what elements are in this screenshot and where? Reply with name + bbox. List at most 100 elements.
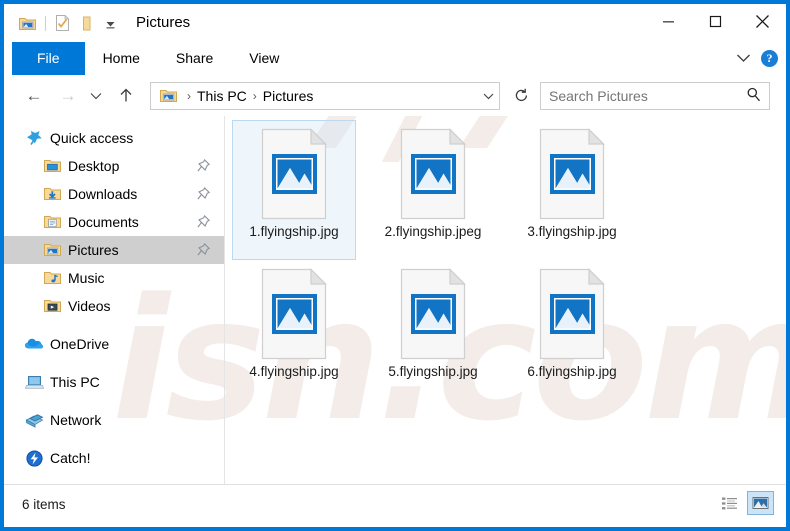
file-name-label: 2.flyingship.jpeg [384, 224, 482, 239]
recent-locations-icon[interactable] [86, 82, 106, 110]
pictures-folder-icon [42, 241, 62, 259]
file-item[interactable]: 2.flyingship.jpeg [371, 120, 495, 260]
file-item[interactable]: 5.flyingship.jpg [371, 260, 495, 400]
image-file-icon [536, 268, 608, 360]
tab-home[interactable]: Home [85, 42, 158, 75]
image-file-icon [258, 268, 330, 360]
pin-icon[interactable] [197, 158, 211, 177]
downloads-folder-icon [42, 185, 62, 203]
tab-file[interactable]: File [12, 42, 85, 75]
file-name-label: 5.flyingship.jpg [388, 364, 478, 379]
properties-icon[interactable] [51, 12, 73, 34]
onedrive-icon [24, 335, 44, 353]
navigation-pane: Quick access Desktop Downloads Documents Pic… [4, 116, 224, 485]
sidebar-item-quick-access[interactable]: Quick access [4, 124, 224, 152]
sidebar-item-this-pc[interactable]: This PC [4, 368, 224, 396]
star-icon [24, 129, 44, 147]
view-toggle-group [716, 491, 774, 515]
sidebar-item-label: Documents [68, 214, 139, 230]
this-pc-icon [24, 373, 44, 391]
videos-folder-icon [42, 297, 62, 315]
file-item[interactable]: 3.flyingship.jpg [510, 120, 634, 260]
sidebar-item-onedrive[interactable]: OneDrive [4, 330, 224, 358]
sidebar-item-desktop[interactable]: Desktop [4, 152, 224, 180]
sidebar-item-label: Videos [68, 298, 111, 314]
explorer-icon[interactable] [16, 12, 38, 34]
file-item[interactable]: 1.flyingship.jpg [232, 120, 356, 260]
content-area: Quick access Desktop Downloads Documents Pic… [4, 116, 786, 485]
sidebar-item-music[interactable]: Music [4, 264, 224, 292]
breadcrumb-this-pc[interactable]: This PC [194, 88, 250, 104]
file-name-label: 1.flyingship.jpg [249, 224, 339, 239]
sidebar-item-label: Desktop [68, 158, 120, 174]
ribbon-right-controls: ? [736, 42, 778, 75]
image-file-icon [258, 128, 330, 220]
sidebar-item-label: Pictures [68, 242, 119, 258]
file-name-label: 4.flyingship.jpg [249, 364, 339, 379]
file-name-label: 3.flyingship.jpg [527, 224, 617, 239]
address-bar-row: ← → › This PC › Pictures [4, 75, 786, 116]
up-button[interactable] [112, 82, 140, 110]
breadcrumb-pictures[interactable]: Pictures [260, 88, 317, 104]
documents-folder-icon [42, 213, 62, 231]
search-input[interactable] [541, 83, 741, 108]
new-folder-icon[interactable] [75, 12, 97, 34]
toolbar-separator [45, 15, 46, 31]
navigation-tree: Quick access Desktop Downloads Documents Pic… [4, 116, 224, 472]
maximize-button[interactable] [692, 4, 739, 38]
desktop-folder-icon [42, 157, 62, 175]
pin-icon[interactable] [197, 186, 211, 205]
back-button[interactable]: ← [20, 82, 48, 110]
search-box[interactable] [540, 81, 770, 110]
catch-icon [24, 449, 44, 467]
sidebar-item-label: Catch! [50, 450, 91, 466]
large-icons-view-button[interactable] [747, 491, 774, 515]
breadcrumb: › This PC › Pictures [151, 87, 477, 105]
network-icon [24, 411, 44, 429]
refresh-button[interactable] [508, 83, 534, 109]
sidebar-item-downloads[interactable]: Downloads [4, 180, 224, 208]
sidebar-item-label: Downloads [68, 186, 138, 202]
pin-icon[interactable] [197, 242, 211, 261]
chevron-down-icon[interactable] [736, 50, 751, 68]
file-explorer-window: 7/7 ish.com [0, 0, 790, 531]
breadcrumb-separator-1: › [187, 88, 191, 103]
search-icon[interactable] [746, 87, 761, 107]
image-file-icon [397, 128, 469, 220]
sidebar-item-label: OneDrive [50, 336, 110, 352]
breadcrumb-bar[interactable]: › This PC › Pictures [150, 81, 500, 110]
close-button[interactable] [739, 4, 786, 38]
sidebar-item-label: Network [50, 412, 102, 428]
details-view-button[interactable] [716, 491, 743, 515]
sidebar-item-network[interactable]: Network [4, 406, 224, 434]
quick-access-toolbar [16, 4, 123, 42]
sidebar-item-documents[interactable]: Documents [4, 208, 224, 236]
image-file-icon [536, 128, 608, 220]
minimize-button[interactable] [645, 4, 692, 38]
help-icon[interactable]: ? [761, 50, 778, 67]
sidebar-item-catch[interactable]: Catch! [4, 444, 224, 472]
ribbon-tabs: File Home Share View [4, 42, 297, 75]
customize-qat-icon[interactable] [99, 12, 121, 34]
forward-button[interactable]: → [54, 82, 82, 110]
status-bar: 6 items [4, 484, 786, 527]
file-list-view[interactable]: 1.flyingship.jpg 2.flyingship.jpeg 3.flyin… [225, 116, 786, 485]
breadcrumb-separator-2: › [252, 88, 257, 103]
sidebar-item-label: Quick access [50, 130, 134, 146]
tab-share[interactable]: Share [158, 42, 231, 75]
file-item[interactable]: 4.flyingship.jpg [232, 260, 356, 400]
pictures-folder-icon [158, 87, 178, 105]
pin-icon[interactable] [197, 214, 211, 233]
title-bar: Pictures [4, 4, 786, 42]
image-file-icon [397, 268, 469, 360]
file-item[interactable]: 6.flyingship.jpg [510, 260, 634, 400]
ribbon-tab-bar: File Home Share View ? [4, 42, 786, 76]
sidebar-item-label: Music [68, 270, 105, 286]
breadcrumb-dropdown-icon[interactable] [477, 89, 499, 103]
sidebar-item-pictures[interactable]: Pictures [4, 236, 224, 264]
file-grid: 1.flyingship.jpg 2.flyingship.jpeg 3.flyin… [225, 116, 786, 400]
sidebar-item-videos[interactable]: Videos [4, 292, 224, 320]
tab-view[interactable]: View [231, 42, 297, 75]
window-controls [645, 4, 786, 38]
item-count-label: 6 items [22, 497, 66, 512]
